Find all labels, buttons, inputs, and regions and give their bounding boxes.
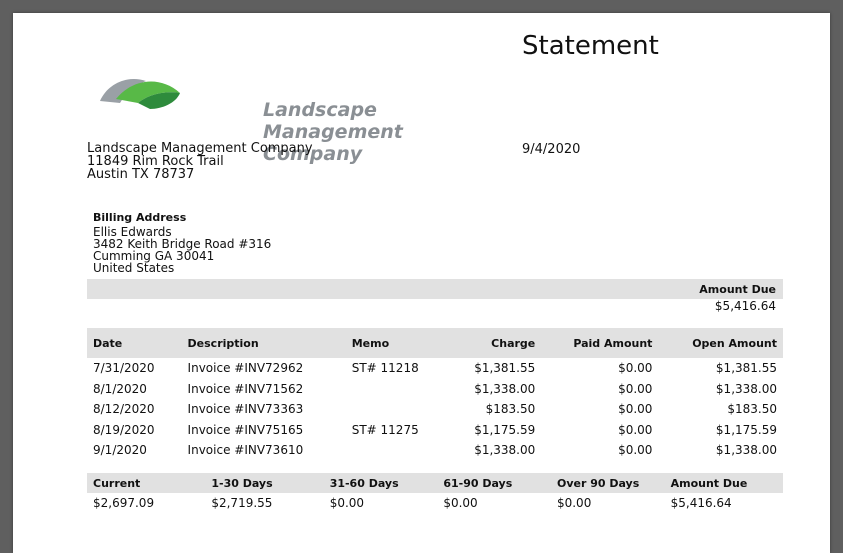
col-open: Open Amount [658,328,783,358]
table-row: 9/1/2020 Invoice #INV73610 $1,338.00 $0.… [93,443,777,458]
statement-page: Landscape Management Company Statement L… [13,13,830,553]
statement-lines-table: Date Description Memo Charge Paid Amount… [87,328,783,461]
col-amount-due: Amount Due [664,473,783,493]
table-row: 8/1/2020 Invoice #INV71562 $1,338.00 $0.… [93,381,777,396]
company-city: Austin TX 78737 [87,167,195,182]
col-charge: Charge [447,328,542,358]
table-row: 7/31/2020 Invoice #INV72962 ST# 11218 $1… [93,361,777,376]
table-row: 8/19/2020 Invoice #INV75165 ST# 11275 $1… [93,422,777,437]
aging-header-row: Current 1-30 Days 31-60 Days 61-90 Days … [87,473,783,493]
amount-due-header: Amount Due [87,279,783,299]
col-date: Date [87,328,182,358]
col-current: Current [87,473,206,493]
billing-label: Billing Address [93,211,187,224]
billing-country: United States [93,261,175,275]
company-logo: Landscape Management Company [98,63,403,165]
aging-values-row: $2,697.09 $2,719.55 $0.00 $0.00 $0.00 $5… [93,496,732,510]
col-1-30: 1-30 Days [205,473,324,493]
leaf-logo-icon [100,79,180,109]
table-row: 8/12/2020 Invoice #INV73363 $183.50 $0.0… [93,402,777,417]
col-31-60: 31-60 Days [323,473,438,493]
amount-due-label: Amount Due [699,283,776,296]
aging-summary-table: Current 1-30 Days 31-60 Days 61-90 Days … [87,473,783,513]
company-address: Landscape Management Company 11849 Rim R… [87,142,313,181]
col-description: Description [181,328,346,358]
billing-address: Billing Address Ellis Edwards 3482 Keith… [93,211,271,275]
amount-due-value: $5,416.64 [714,299,776,313]
col-paid: Paid Amount [541,328,659,358]
statement-date: 9/4/2020 [522,142,581,157]
col-over-90: Over 90 Days [550,473,665,493]
table-header-row: Date Description Memo Charge Paid Amount… [87,328,783,358]
col-61-90: 61-90 Days [437,473,551,493]
page-title: Statement [522,31,659,61]
col-memo: Memo [345,328,448,358]
